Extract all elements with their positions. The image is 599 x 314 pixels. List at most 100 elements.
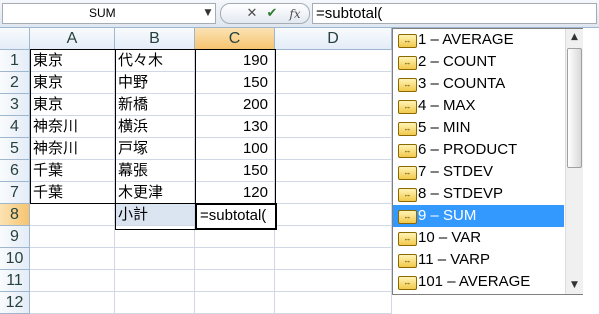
cell-b12[interactable] — [115, 292, 195, 314]
cell-b5[interactable]: 戸塚 — [115, 138, 195, 160]
cell-d11[interactable] — [275, 270, 392, 292]
autocomplete-item[interactable]: ↔ 10 – VAR — [393, 227, 564, 249]
cell-c6[interactable]: 150 — [195, 160, 275, 182]
cell-a2[interactable]: 東京 — [30, 72, 115, 94]
function-argument-icon: ↔ — [398, 188, 417, 202]
active-cell-text: =subtotal( — [200, 207, 267, 224]
function-argument-icon: ↔ — [398, 78, 417, 92]
insert-function-icon[interactable]: fx — [285, 5, 305, 23]
scrollbar[interactable]: ▲ ▼ — [565, 29, 583, 294]
name-box-dropdown-icon[interactable]: ▼ — [202, 4, 214, 22]
row-header[interactable]: 12 — [0, 292, 30, 314]
autocomplete-item-label: 9 – SUM — [418, 207, 477, 224]
formula-input[interactable]: =subtotal( — [312, 3, 597, 24]
cell-c7[interactable]: 120 — [195, 182, 275, 204]
row-header[interactable]: 2 — [0, 72, 30, 94]
cell-b1[interactable]: 代々木 — [115, 50, 195, 72]
autocomplete-item[interactable]: ↔ 7 – STDEV — [393, 161, 564, 183]
row-header[interactable]: 4 — [0, 116, 30, 138]
autocomplete-item-label: 101 – AVERAGE — [418, 273, 531, 290]
row-header[interactable]: 10 — [0, 248, 30, 270]
cell-b6[interactable]: 幕張 — [115, 160, 195, 182]
cell-a6[interactable]: 千葉 — [30, 160, 115, 182]
function-argument-icon: ↔ — [398, 144, 417, 158]
function-argument-icon: ↔ — [398, 122, 417, 136]
autocomplete-item-label: 10 – VAR — [418, 229, 482, 246]
cell-b10[interactable] — [115, 248, 195, 270]
column-header-d[interactable]: D — [275, 28, 392, 50]
cell-c5[interactable]: 100 — [195, 138, 275, 160]
column-header-b[interactable]: B — [115, 28, 195, 50]
autocomplete-item[interactable]: ↔ 3 – COUNTA — [393, 73, 564, 95]
cell-d5[interactable] — [275, 138, 392, 160]
autocomplete-item[interactable]: ↔ 8 – STDEVP — [393, 183, 564, 205]
cell-d9[interactable] — [275, 226, 392, 248]
row-header[interactable]: 6 — [0, 160, 30, 182]
cell-c12[interactable] — [195, 292, 275, 314]
autocomplete-item-label: 3 – COUNTA — [418, 75, 506, 92]
cell-b3[interactable]: 新橋 — [115, 94, 195, 116]
cell-c2[interactable]: 150 — [195, 72, 275, 94]
autocomplete-item[interactable]: ↔ 1 – AVERAGE — [393, 29, 564, 51]
autocomplete-item[interactable]: ↔ 9 – SUM — [393, 205, 564, 227]
autocomplete-item[interactable]: ↔ 11 – VARP — [393, 249, 564, 271]
column-header-a[interactable]: A — [30, 28, 115, 50]
cell-d1[interactable] — [275, 50, 392, 72]
cell-a11[interactable] — [30, 270, 115, 292]
cell-b2[interactable]: 中野 — [115, 72, 195, 94]
row-header[interactable]: 9 — [0, 226, 30, 248]
cell-c10[interactable] — [195, 248, 275, 270]
autocomplete-item[interactable]: ↔ 6 – PRODUCT — [393, 139, 564, 161]
function-argument-icon: ↔ — [398, 56, 417, 70]
column-header-c[interactable]: C — [195, 28, 275, 50]
name-box[interactable]: SUM — [2, 3, 216, 24]
cell-d3[interactable] — [275, 94, 392, 116]
row-header[interactable]: 7 — [0, 182, 30, 204]
function-argument-icon: ↔ — [398, 210, 417, 224]
cell-c3[interactable]: 200 — [195, 94, 275, 116]
cell-a4[interactable]: 神奈川 — [30, 116, 115, 138]
cell-b11[interactable] — [115, 270, 195, 292]
cell-a3[interactable]: 東京 — [30, 94, 115, 116]
autocomplete-item[interactable]: ↔ 5 – MIN — [393, 117, 564, 139]
cell-c11[interactable] — [195, 270, 275, 292]
enter-icon[interactable]: ✔ — [263, 5, 281, 23]
scroll-thumb[interactable] — [567, 48, 582, 168]
formula-bar: SUM ▼ ✕ ✔ fx =subtotal( — [0, 0, 599, 28]
cell-d7[interactable] — [275, 182, 392, 204]
autocomplete-item-label: 1 – AVERAGE — [418, 31, 514, 48]
scroll-up-icon[interactable]: ▲ — [566, 29, 583, 46]
autocomplete-item-label: 7 – STDEV — [418, 163, 494, 180]
cell-d6[interactable] — [275, 160, 392, 182]
cell-b4[interactable]: 横浜 — [115, 116, 195, 138]
cell-b9[interactable] — [115, 226, 195, 248]
scroll-down-icon[interactable]: ▼ — [566, 277, 583, 294]
cell-c4[interactable]: 130 — [195, 116, 275, 138]
cell-d8[interactable] — [275, 204, 392, 226]
cell-b7[interactable]: 木更津 — [115, 182, 195, 204]
cell-a7[interactable]: 千葉 — [30, 182, 115, 204]
cell-d2[interactable] — [275, 72, 392, 94]
cell-a10[interactable] — [30, 248, 115, 270]
row-header[interactable]: 3 — [0, 94, 30, 116]
active-cell[interactable]: =subtotal( — [195, 203, 277, 230]
cell-a12[interactable] — [30, 292, 115, 314]
cell-a5[interactable]: 神奈川 — [30, 138, 115, 160]
cell-a8[interactable] — [30, 204, 115, 226]
cell-d4[interactable] — [275, 116, 392, 138]
cell-a1[interactable]: 東京 — [30, 50, 115, 72]
cell-d10[interactable] — [275, 248, 392, 270]
row-header[interactable]: 8 — [0, 204, 30, 226]
cell-a9[interactable] — [30, 226, 115, 248]
cancel-icon[interactable]: ✕ — [243, 5, 261, 23]
row-header[interactable]: 1 — [0, 50, 30, 72]
cell-d12[interactable] — [275, 292, 392, 314]
cell-b8[interactable]: 小計 — [115, 204, 195, 226]
cell-c1[interactable]: 190 — [195, 50, 275, 72]
row-header[interactable]: 11 — [0, 270, 30, 292]
row-header[interactable]: 5 — [0, 138, 30, 160]
autocomplete-item[interactable]: ↔ 101 – AVERAGE — [393, 271, 564, 293]
select-all-corner[interactable] — [0, 28, 30, 50]
autocomplete-item[interactable]: ↔ 4 – MAX — [393, 95, 564, 117]
autocomplete-item[interactable]: ↔ 2 – COUNT — [393, 51, 564, 73]
